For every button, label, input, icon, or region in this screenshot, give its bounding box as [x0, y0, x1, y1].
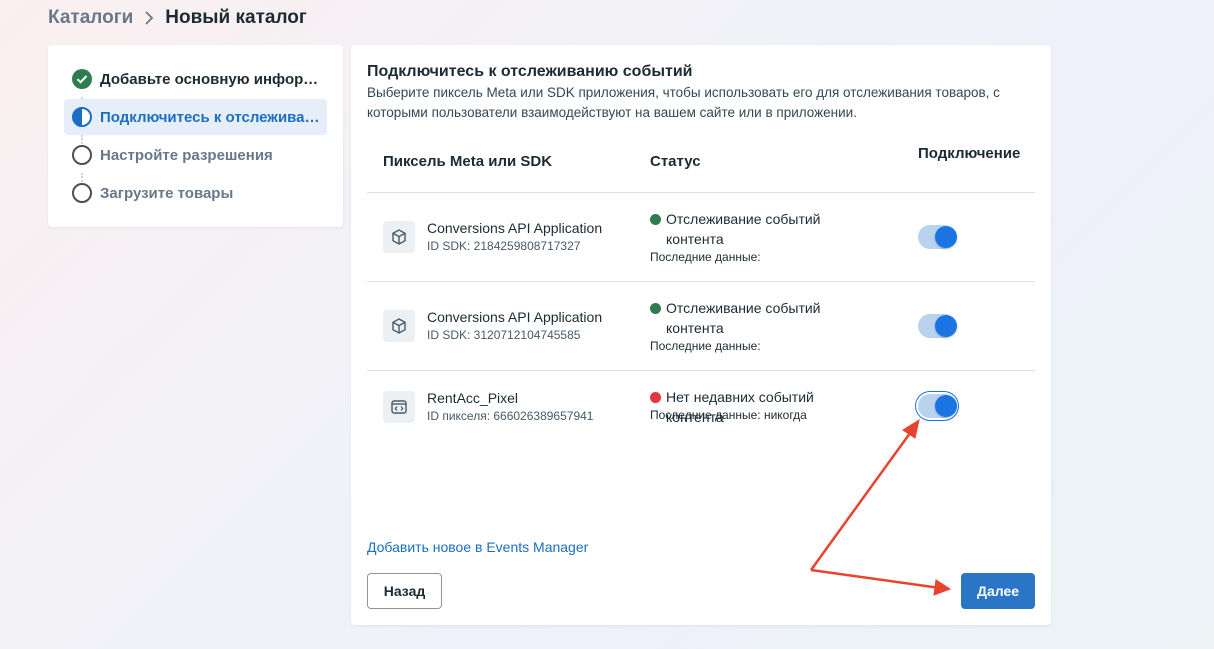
step-upload-products[interactable]: Загрузите товары: [64, 175, 327, 211]
connection-toggle[interactable]: [918, 394, 957, 418]
last-data: Последние данные:: [650, 250, 761, 264]
status-dot-icon: [650, 214, 661, 225]
device-name: Conversions API Application: [427, 220, 603, 236]
empty-circle-icon: [72, 145, 92, 165]
step-label: Добавьте основную информацию: [100, 70, 327, 88]
event-tracking-card: Подключитесь к отслеживанию событий Выбе…: [351, 45, 1051, 625]
breadcrumb-catalogs-link[interactable]: Каталоги: [48, 7, 133, 29]
column-header-status: Статус: [650, 153, 701, 170]
page-title: Новый каталог: [165, 7, 307, 28]
next-button[interactable]: Далее: [961, 573, 1035, 609]
device-name: Conversions API Application: [427, 309, 603, 325]
status-badge: Отслеживание событий контента: [650, 298, 860, 338]
step-basic-info[interactable]: Добавьте основную информацию: [64, 61, 327, 97]
card-title: Подключитесь к отслеживанию событий: [367, 63, 693, 80]
cube-icon: [383, 310, 415, 342]
breadcrumb: Каталоги Новый каталог: [48, 6, 307, 30]
card-description: Выберите пиксель Meta или SDK приложения…: [367, 85, 1000, 120]
toggle-knob: [935, 395, 957, 417]
status-dot-icon: [650, 392, 661, 403]
half-circle-icon: [72, 107, 92, 127]
add-events-manager-link[interactable]: Добавить новое в Events Manager: [367, 539, 588, 555]
step-label: Настройте разрешения: [100, 146, 273, 164]
connection-toggle[interactable]: [918, 225, 957, 249]
status-text: Отслеживание событий контента: [666, 211, 821, 247]
table-row: RentAcc_Pixel ID пикселя: 66602638965794…: [367, 371, 1035, 459]
column-header-connection: Подключение: [918, 145, 1021, 162]
last-data: Последние данные: никогда: [650, 408, 807, 422]
check-circle-icon: [72, 69, 92, 89]
toggle-knob: [935, 315, 957, 337]
toggle-knob: [935, 226, 957, 248]
status-badge: Отслеживание событий контента: [650, 209, 860, 249]
code-window-icon: [383, 391, 415, 423]
device-id: ID SDK: 2184259808717327: [427, 239, 581, 253]
device-name: RentAcc_Pixel: [427, 390, 519, 406]
status-dot-icon: [650, 303, 661, 314]
chevron-right-icon: [143, 11, 155, 25]
steps-panel: Добавьте основную информацию Подключитес…: [48, 45, 343, 227]
table-row: Conversions API Application ID SDK: 2184…: [367, 193, 1035, 281]
step-event-tracking[interactable]: Подключитесь к отслеживанию событий: [64, 99, 327, 135]
step-label: Загрузите товары: [100, 184, 234, 202]
status-text: Отслеживание событий контента: [666, 300, 821, 336]
connection-toggle[interactable]: [918, 314, 957, 338]
last-data: Последние данные:: [650, 339, 761, 353]
device-id: ID SDK: 3120712104745585: [427, 328, 581, 342]
step-label: Подключитесь к отслеживанию событий: [100, 108, 327, 126]
table-row: Conversions API Application ID SDK: 3120…: [367, 282, 1035, 370]
back-button[interactable]: Назад: [367, 573, 442, 609]
step-permissions[interactable]: Настройте разрешения: [64, 137, 327, 173]
cube-icon: [383, 221, 415, 253]
column-header-source: Пиксель Meta или SDK: [383, 153, 553, 170]
empty-circle-icon: [72, 183, 92, 203]
device-id: ID пикселя: 666026389657941: [427, 409, 594, 423]
